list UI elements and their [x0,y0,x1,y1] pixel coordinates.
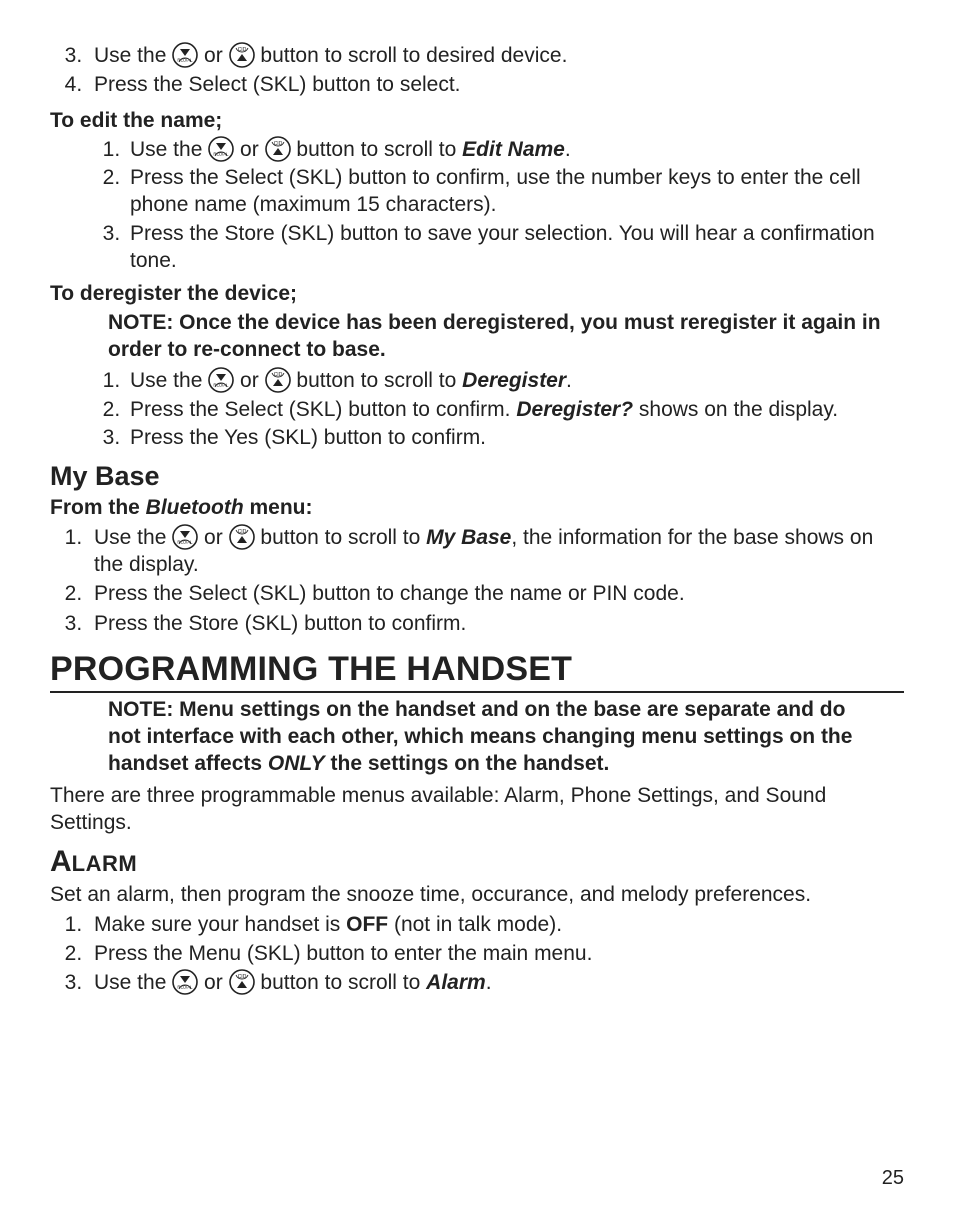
dereg-step-3: Press the Yes (SKL) button to confirm. [126,424,904,451]
text: button to scroll to desired device. [255,44,568,67]
deregister-heading: To deregister the device; [50,280,904,307]
programming-paragraph: There are three programmable menus avail… [50,782,904,837]
alarm-target: Alarm [426,971,486,994]
from-bluetooth-label: From the Bluetooth menu: [50,494,904,521]
page-number: 25 [882,1165,904,1191]
deregister-note: NOTE: Once the device has been deregiste… [108,310,904,364]
edit-step-1: Use the or button to scroll to Edit Name… [126,136,904,163]
deregister-target: Deregister [462,369,566,392]
dereg-step-1: Use the or button to scroll to Deregiste… [126,367,904,394]
alarm-heading: ALARM [50,842,904,881]
my-base-target: My Base [426,526,511,549]
cid-up-icon [229,969,255,995]
edit-step-3: Press the Store (SKL) button to save you… [126,220,904,275]
redial-down-icon [208,136,234,162]
mybase-step-2: Press the Select (SKL) button to change … [88,580,904,607]
text: or [198,44,228,67]
alarm-step-3: Use the or button to scroll to Alarm. [88,969,904,996]
alarm-step-2: Press the Menu (SKL) button to enter the… [88,940,904,967]
alarm-step-1: Make sure your handset is OFF (not in ta… [88,911,904,938]
cid-up-icon [265,367,291,393]
step-3: Use the or button to scroll to desired d… [88,42,904,69]
my-base-heading: My Base [50,459,904,494]
redial-down-icon [172,969,198,995]
cid-up-icon [229,42,255,68]
cid-up-icon [229,524,255,550]
edit-name-target: Edit Name [462,138,565,161]
redial-down-icon [172,524,198,550]
dereg-step-2: Press the Select (SKL) button to confirm… [126,396,904,423]
text: Use the [94,44,172,67]
programming-handset-heading: PROGRAMMING THE HANDSET [50,647,904,693]
edit-name-heading: To edit the name; [50,107,904,134]
redial-down-icon [172,42,198,68]
mybase-step-1: Use the or button to scroll to My Base, … [88,524,904,579]
programming-note: NOTE: Menu settings on the handset and o… [108,697,854,778]
redial-down-icon [208,367,234,393]
alarm-paragraph: Set an alarm, then program the snooze ti… [50,881,904,908]
cid-up-icon [265,136,291,162]
mybase-step-3: Press the Store (SKL) button to confirm. [88,610,904,637]
edit-step-2: Press the Select (SKL) button to confirm… [126,164,904,219]
step-4: Press the Select (SKL) button to select. [88,71,904,98]
